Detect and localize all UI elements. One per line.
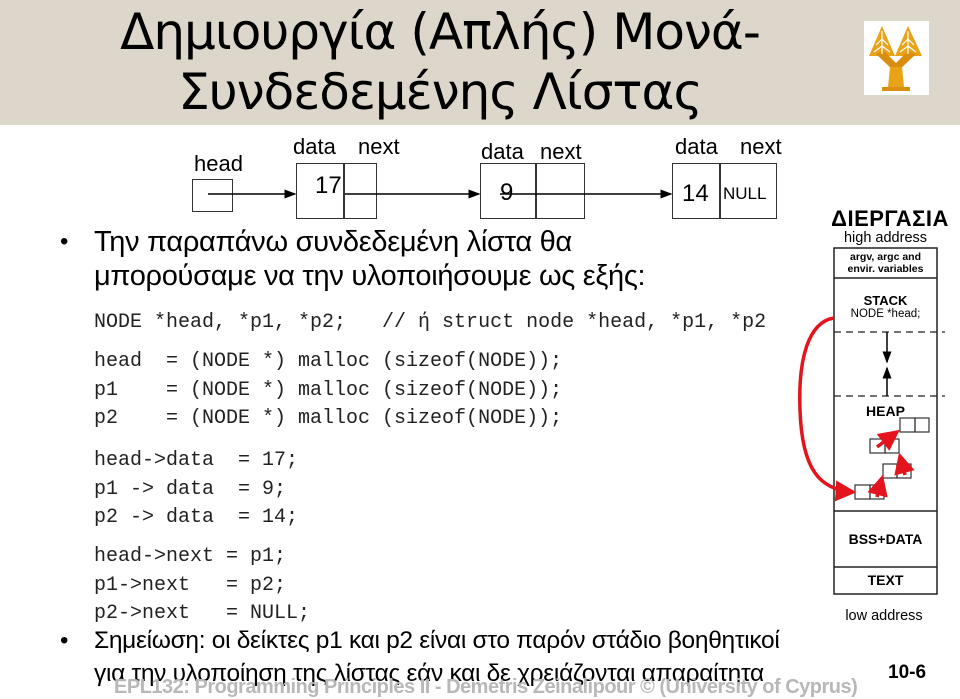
- args-line-2: envir. variables: [847, 263, 924, 275]
- process-title: ΔΙΕΡΓΑΣΙΑ: [831, 206, 949, 231]
- bullet-2-line-1: Σημείωση: οι δείκτες p1 και p2 είναι στο…: [94, 627, 780, 654]
- low-address-label: low address: [845, 608, 923, 624]
- code-declaration: NODE *head, *p1, *p2; // ή struct node *…: [94, 311, 767, 334]
- code-line: head->next = p1;: [94, 545, 287, 568]
- heap-d-to-c-red-arrow: [867, 474, 888, 498]
- code-line: p1 -> data = 9;: [94, 477, 287, 501]
- code-line: head = (NODE *) malloc (sizeof(NODE));: [94, 350, 563, 373]
- high-address-label: high address: [843, 230, 928, 246]
- slide-footer: EPL132: Programming Principles II - Deme…: [114, 676, 858, 698]
- code-data-block: head->data = 17; p1 -> data = 9; p2 -> d…: [94, 447, 298, 533]
- bullet-1: Την παραπάνω συνδεδεμένη λίστα θα μπορού…: [94, 225, 646, 293]
- code-line: p2 -> data = 14;: [94, 506, 299, 529]
- code-line: p1->next = p2;: [94, 573, 287, 597]
- bullet-2-dot: •: [60, 627, 69, 654]
- bullet-1-dot: •: [60, 228, 69, 255]
- stack-content: NODE *head;: [850, 308, 921, 320]
- args-line-1: argv, argc and: [850, 251, 921, 263]
- heap-c-to-b-red-arrow: [894, 452, 915, 476]
- bullet-1-line-2: μπορούσαμε να την υλοποιήσουμε ως εξής:: [94, 260, 646, 292]
- bullet-1-line-1: Την παραπάνω συνδεδεμένη λίστα θα: [94, 226, 572, 258]
- code-line: p1 = (NODE *) malloc (sizeof(NODE));: [94, 378, 563, 402]
- code-line: head->data = 17;: [94, 449, 299, 472]
- code-malloc-block: head = (NODE *) malloc (sizeof(NODE)); p…: [94, 348, 562, 434]
- code-next-block: head->next = p1; p1->next = p2; p2->next…: [94, 543, 310, 629]
- heap-cell-a: [899, 417, 930, 433]
- heap-cell-c: [882, 463, 912, 479]
- text-segment-label: TEXT: [867, 572, 904, 588]
- heap-label: HEAP: [866, 403, 905, 419]
- args-section: argv, argc and envir. variables: [834, 251, 937, 275]
- stack-label: STACK: [863, 293, 908, 308]
- slide-number: 10-6: [888, 662, 927, 683]
- code-line: p2 = (NODE *) malloc (sizeof(NODE));: [94, 407, 563, 430]
- bss-data-label: BSS+DATA: [848, 531, 923, 547]
